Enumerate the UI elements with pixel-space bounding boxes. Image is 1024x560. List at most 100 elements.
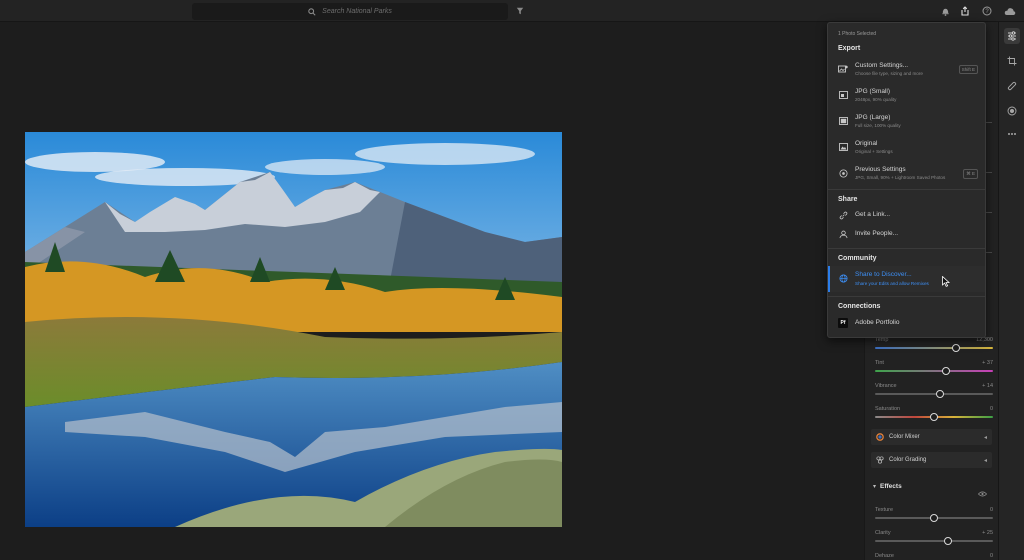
- share-heading: Share: [838, 196, 858, 203]
- item-title: Share to Discover...: [855, 271, 912, 278]
- healing-brush-icon[interactable]: [1004, 78, 1020, 94]
- item-subtitle: Share your Edits and allow Remixes: [855, 281, 929, 286]
- item-subtitle: Full size, 100% quality: [855, 123, 901, 128]
- share-menu: 1 Photo Selected Export Custom Settings.…: [827, 22, 986, 338]
- slider-knob[interactable]: [930, 413, 938, 421]
- section-title: Color Mixer: [889, 434, 920, 440]
- menu-divider: [828, 189, 985, 190]
- help-icon[interactable]: ?: [980, 4, 994, 18]
- saturation-slider[interactable]: Saturation 0: [875, 406, 993, 426]
- slider-value[interactable]: + 37: [982, 360, 993, 366]
- visibility-eye-icon[interactable]: [977, 484, 988, 502]
- item-subtitle: 2048px, 90% quality: [855, 97, 897, 102]
- adobe-portfolio-icon: Pf: [838, 318, 848, 328]
- color-grading-section[interactable]: Color Grading ◂: [871, 452, 992, 468]
- search-placeholder: Search National Parks: [322, 8, 392, 15]
- slider-label: Dehaze: [875, 553, 894, 559]
- shortcut-badge: ⌘ E: [963, 169, 978, 179]
- slider-track[interactable]: [875, 393, 993, 395]
- link-icon: [838, 210, 848, 220]
- original-icon: [838, 142, 848, 152]
- tool-strip: [998, 22, 1024, 560]
- slider-value[interactable]: 0: [990, 507, 993, 513]
- export-heading: Export: [838, 45, 861, 52]
- share-export-icon[interactable]: [958, 4, 972, 18]
- temp-slider[interactable]: Temp 12,300: [875, 337, 993, 357]
- menu-divider: [828, 296, 985, 297]
- item-title: Get a Link...: [855, 211, 891, 218]
- slider-label: Tint: [875, 360, 884, 366]
- share-to-discover-item[interactable]: Share to Discover... Share your Edits an…: [828, 266, 985, 292]
- slider-value[interactable]: + 14: [982, 383, 993, 389]
- community-heading: Community: [838, 255, 877, 262]
- item-subtitle: JPG, Small, 90% + Lightroom Saved Photos: [855, 175, 946, 180]
- export-original-item[interactable]: Original Original + Settings: [828, 137, 985, 159]
- export-custom-settings-item[interactable]: Custom Settings... Choose file type, siz…: [828, 59, 985, 81]
- slider-knob[interactable]: [952, 344, 961, 352]
- item-title: Original: [855, 140, 878, 147]
- chevron-left-icon: ◂: [983, 457, 987, 464]
- color-mixer-section[interactable]: Color Mixer ◂: [871, 429, 992, 445]
- slider-label: Clarity: [875, 530, 891, 536]
- section-title: Color Grading: [889, 457, 927, 463]
- dehaze-slider[interactable]: Dehaze 0: [875, 553, 993, 560]
- vibrance-slider[interactable]: Vibrance + 14: [875, 383, 993, 403]
- panel-divider: [986, 212, 992, 213]
- export-jpg-small-item[interactable]: JPG (Small) 2048px, 90% quality: [828, 85, 985, 107]
- more-options-icon[interactable]: [1004, 126, 1020, 142]
- export-custom-icon: [838, 64, 848, 74]
- slider-value[interactable]: 0: [990, 406, 993, 412]
- invite-people-item[interactable]: Invite People...: [828, 225, 985, 243]
- texture-slider[interactable]: Texture 0: [875, 507, 993, 527]
- item-title: Previous Settings: [855, 166, 906, 173]
- export-jpg-large-item[interactable]: JPG (Large) Full size, 100% quality: [828, 111, 985, 133]
- jpg-large-icon: [838, 116, 848, 126]
- panel-divider: [986, 172, 992, 173]
- panel-divider: [986, 252, 992, 253]
- slider-track[interactable]: [875, 540, 993, 542]
- portfolio-badge: Pf: [838, 318, 848, 328]
- slider-value[interactable]: + 25: [982, 530, 993, 536]
- slider-knob[interactable]: [941, 367, 950, 375]
- search-input[interactable]: Search National Parks: [192, 3, 508, 20]
- chevron-down-icon: ▾: [873, 484, 877, 490]
- slider-track[interactable]: [875, 347, 993, 349]
- effects-header[interactable]: ▾ Effects: [873, 483, 902, 490]
- search-icon: [308, 3, 316, 21]
- slider-value[interactable]: 0: [990, 553, 993, 559]
- export-previous-settings-item[interactable]: Previous Settings JPG, Small, 90% + Ligh…: [828, 163, 985, 185]
- item-title: Invite People...: [855, 230, 898, 237]
- edit-sliders-icon[interactable]: [1004, 28, 1020, 44]
- mouse-cursor-icon: [942, 274, 951, 292]
- selection-count: 1 Photo Selected: [838, 31, 877, 37]
- slider-label: Saturation: [875, 406, 901, 412]
- crop-rotate-icon[interactable]: [1004, 53, 1020, 69]
- panel-divider: [986, 122, 992, 123]
- chevron-left-icon: ◂: [983, 434, 987, 441]
- jpg-small-icon: [838, 90, 848, 100]
- masking-icon[interactable]: [1004, 103, 1020, 119]
- slider-knob[interactable]: [930, 514, 938, 522]
- item-title: Custom Settings...: [855, 62, 909, 69]
- tint-slider[interactable]: Tint + 37: [875, 360, 993, 380]
- top-bar: Search National Parks ?: [0, 0, 1024, 22]
- color-grading-icon: [876, 456, 884, 464]
- filter-icon[interactable]: [513, 4, 527, 18]
- connections-heading: Connections: [838, 303, 881, 310]
- slider-track[interactable]: [875, 370, 993, 372]
- cloud-sync-icon[interactable]: [1003, 4, 1017, 18]
- slider-knob[interactable]: [944, 537, 953, 545]
- main-photo[interactable]: [25, 132, 562, 527]
- section-title: Effects: [880, 483, 902, 490]
- adobe-portfolio-item[interactable]: Pf Adobe Portfolio: [828, 314, 985, 332]
- notifications-bell-icon[interactable]: [938, 4, 952, 18]
- get-link-item[interactable]: Get a Link...: [828, 206, 985, 224]
- item-title: Adobe Portfolio: [855, 319, 900, 326]
- previous-settings-icon: [838, 168, 848, 178]
- color-mixer-icon: [876, 433, 884, 441]
- item-subtitle: Original + Settings: [855, 149, 893, 154]
- clarity-slider[interactable]: Clarity + 25: [875, 530, 993, 550]
- invite-people-icon: [838, 229, 848, 239]
- item-subtitle: Choose file type, sizing and more: [855, 71, 923, 76]
- slider-knob[interactable]: [935, 390, 944, 398]
